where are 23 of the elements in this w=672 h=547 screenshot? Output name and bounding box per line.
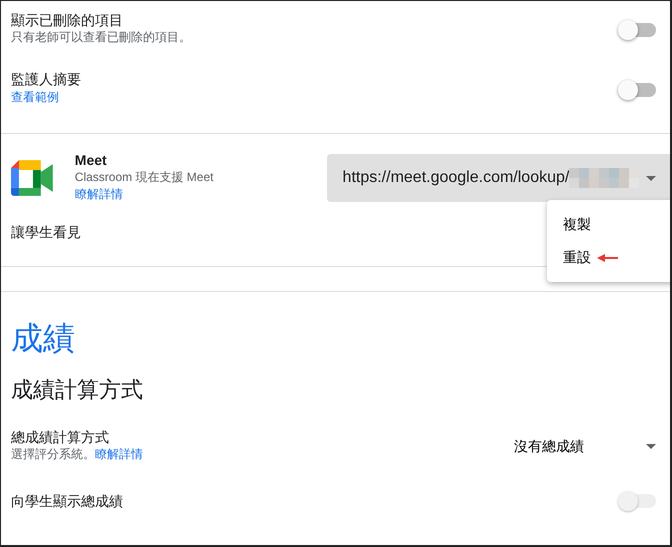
setting-description: 選擇評分系統。瞭解詳情 — [11, 446, 143, 462]
toggle-switch[interactable] — [618, 19, 658, 41]
section-subheading: 成績計算方式 — [11, 376, 144, 404]
app-description: Classroom 現在支援 Meet — [74, 169, 214, 185]
link-dropdown[interactable]: https://meet.google.com/lookup/ — [326, 154, 670, 202]
setting-title: 總成績計算方式 — [11, 428, 110, 446]
dropdown-caret-icon — [646, 176, 656, 180]
menu-item[interactable]: 重設 — [547, 241, 670, 274]
app-name: Meet — [74, 151, 108, 169]
grading-dropdown[interactable]: 沒有總成績 — [514, 436, 660, 457]
visibility-label: 讓學生看見 — [11, 223, 81, 241]
setting-title: 監護人摘要 — [11, 70, 81, 88]
menu-item[interactable]: 複製 — [547, 208, 670, 241]
learn-more-link[interactable]: 瞭解詳情 — [74, 185, 327, 203]
dropdown-caret-icon — [646, 444, 656, 449]
example-link[interactable]: 查看範例 — [11, 88, 81, 106]
redaction-mark — [569, 168, 640, 188]
learn-more-link[interactable]: 瞭解詳情 — [95, 447, 143, 461]
setting-title: 顯示已刪除的項目 — [11, 11, 124, 29]
toggle-switch[interactable] — [618, 79, 658, 101]
setting-title: 向學生顯示總成績 — [11, 492, 123, 510]
section-heading: 成績 — [11, 319, 76, 358]
setting-description: 只有老師可以查看已刪除的項目。 — [11, 29, 191, 45]
